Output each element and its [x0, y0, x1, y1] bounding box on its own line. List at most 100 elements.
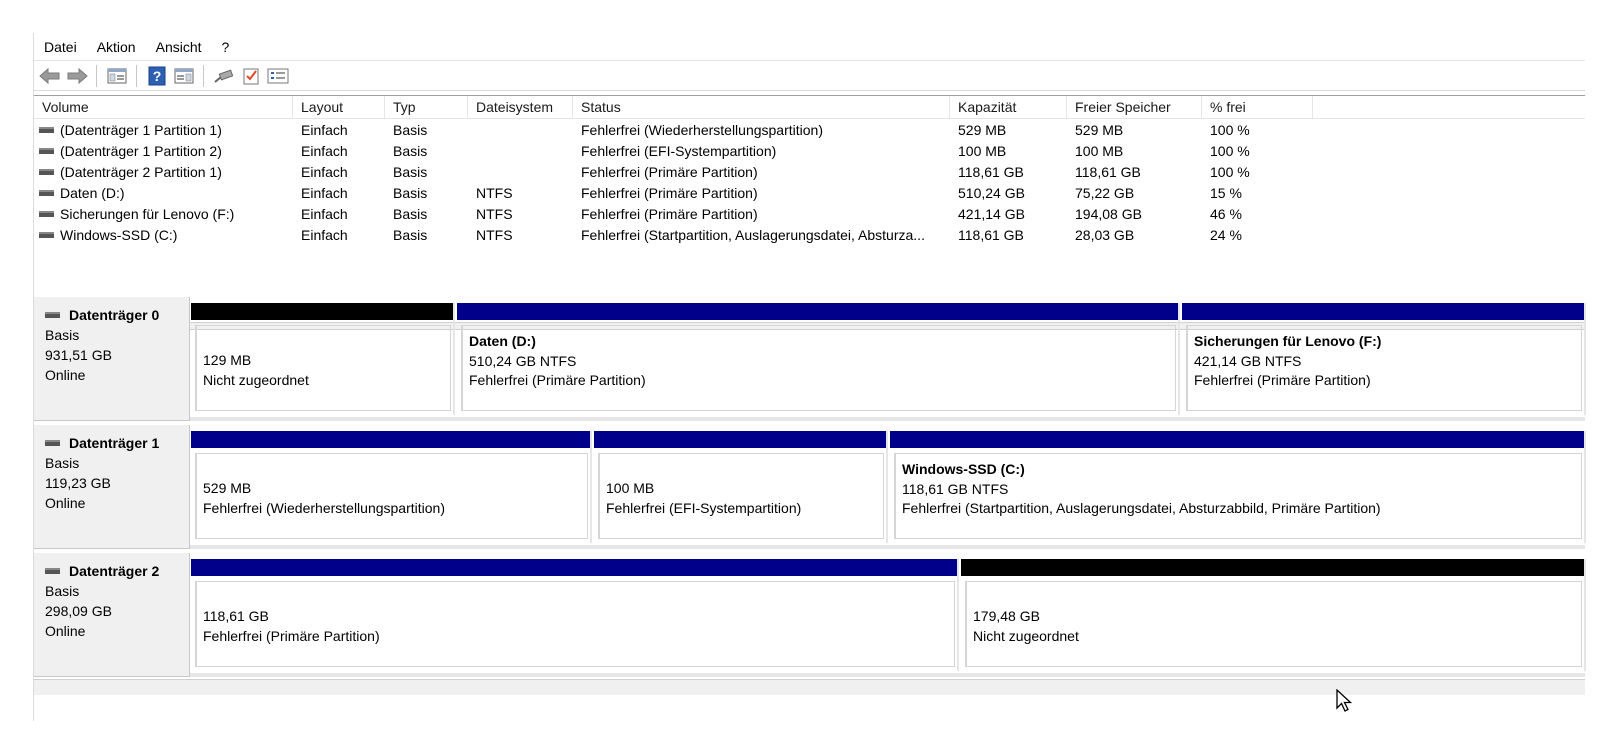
partition-block[interactable]: Sicherungen für Lenovo (F:) 421,14 GB NTF… [1182, 303, 1586, 415]
volume-disk-icon [39, 231, 54, 238]
partition-color-bar [594, 431, 886, 448]
cell-fs: NTFS [476, 184, 513, 201]
volume-disk-icon [39, 210, 54, 217]
column-header-kapazitaet[interactable]: Kapazität [950, 96, 1067, 118]
partition-color-bar [890, 431, 1584, 448]
cell-layout: Einfach [301, 205, 348, 222]
forward-arrow-icon [67, 67, 88, 84]
help-button[interactable]: ? [145, 65, 169, 87]
partition-block[interactable]: 529 MB Fehlerfrei (Wiederherstellungspart… [191, 431, 592, 543]
checklist-button[interactable] [239, 65, 263, 87]
column-header-layout[interactable]: Layout [293, 96, 385, 118]
cell-typ: Basis [393, 121, 428, 138]
cell-volume: (Datenträger 1 Partition 2) [34, 143, 293, 159]
partition-block[interactable]: 118,61 GB Fehlerfrei (Primäre Partition) [191, 559, 959, 671]
cell-frei: 194,08 GB [1075, 205, 1142, 222]
cell-volume: Daten (D:) [34, 185, 293, 201]
show-hide-console-tree-button[interactable] [105, 65, 129, 87]
cell-typ: Basis [393, 163, 428, 180]
column-header-dateisystem[interactable]: Dateisystem [468, 96, 573, 118]
menu-aktion[interactable]: Aktion [97, 39, 136, 55]
disk-label[interactable]: Datenträger 0 Basis 931,51 GB Online [34, 297, 190, 421]
partition-block[interactable]: 100 MB Fehlerfrei (EFI-Systempartition) [594, 431, 888, 543]
cell-layout: Einfach [301, 142, 348, 159]
column-header-status[interactable]: Status [573, 96, 950, 118]
column-header-typ[interactable]: Typ [385, 96, 468, 118]
menu-ansicht[interactable]: Ansicht [156, 39, 202, 55]
cell-typ: Basis [393, 184, 428, 201]
partition-title: Daten (D:) [469, 333, 536, 349]
volume-name: Daten (D:) [60, 184, 125, 201]
disk-management-window: Datei Aktion Ansicht ? ? Volume Layout T… [33, 33, 1586, 721]
partition-status: Fehlerfrei (EFI-Systempartition) [606, 499, 802, 516]
cell-status: Fehlerfrei (EFI-Systempartition) [581, 142, 777, 159]
menu-help[interactable]: ? [222, 39, 230, 55]
table-row[interactable]: Sicherungen für Lenovo (F:) Einfach Basis N… [34, 203, 1585, 224]
checklist-icon [243, 68, 259, 84]
table-row[interactable]: (Datenträger 1 Partition 2) Einfach Basis F… [34, 140, 1585, 161]
disk-row-divider [190, 545, 1585, 549]
toolbar-separator [136, 64, 137, 87]
disk-name: Datenträger 0 [45, 305, 189, 325]
cell-kap: 118,61 GB [958, 226, 1024, 243]
toolbar: ? [34, 61, 1585, 91]
partition-color-bar [457, 303, 1178, 320]
partition-color-bar [961, 559, 1584, 576]
menu-datei[interactable]: Datei [44, 39, 77, 55]
cell-volume: Sicherungen für Lenovo (F:) [34, 206, 293, 222]
toolbar-separator [203, 64, 204, 87]
cell-volume: (Datenträger 1 Partition 1) [34, 122, 293, 138]
partition-block[interactable]: 179,48 GB Nicht zugeordnet [961, 559, 1586, 671]
partition-status: Nicht zugeordnet [203, 371, 309, 388]
disk-row-divider [190, 417, 1585, 421]
show-action-pane-button[interactable] [172, 65, 196, 87]
disk-row: Datenträger 0 Basis 931,51 GB Online 129 MB N… [34, 297, 1586, 421]
mouse-cursor-icon [1336, 689, 1353, 712]
disk-row-divider [190, 673, 1585, 677]
menu-bar: Datei Aktion Ansicht ? [34, 33, 1585, 61]
cell-frei: 529 MB [1075, 121, 1124, 138]
cell-layout: Einfach [301, 163, 348, 180]
partition-block[interactable]: Windows-SSD (C:) 118,61 GB NTFS Fehlerfrei… [890, 431, 1586, 543]
column-header-volume[interactable]: Volume [34, 96, 293, 118]
disk-state: Online [45, 367, 86, 383]
partition-color-bar [191, 431, 590, 448]
connect-button[interactable] [212, 65, 236, 87]
column-header-freier-speicher[interactable]: Freier Speicher [1067, 96, 1202, 118]
partition-info: 529 MB Fehlerfrei (Wiederherstellungspart… [195, 453, 588, 539]
disk-type: Basis [45, 583, 80, 599]
console-tree-icon [107, 68, 127, 83]
cell-status: Fehlerfrei (Primäre Partition) [581, 205, 758, 222]
volume-list-header: Volume Layout Typ Dateisystem Status Kap… [34, 96, 1585, 119]
cell-pct: 100 % [1210, 163, 1250, 180]
disk-row: Datenträger 1 Basis 119,23 GB Online 529 MB F… [34, 425, 1586, 549]
disk-drive-icon [45, 440, 60, 446]
partition-info: 118,61 GB Fehlerfrei (Primäre Partition) [195, 581, 955, 667]
disk-drive-icon [45, 568, 60, 574]
cell-kap: 100 MB [958, 142, 1007, 159]
cell-frei: 28,03 GB [1075, 226, 1135, 243]
partition-size: 529 MB [203, 480, 252, 496]
cell-pct: 15 % [1210, 184, 1242, 201]
partition-size: 510,24 GB NTFS [469, 352, 577, 369]
disk-label[interactable]: Datenträger 2 Basis 298,09 GB Online [34, 553, 190, 677]
volume-name: (Datenträger 2 Partition 1) [60, 163, 222, 180]
volume-disk-icon [39, 168, 54, 175]
table-row[interactable]: (Datenträger 1 Partition 1) Einfach Basis F… [34, 119, 1585, 140]
cell-status: Fehlerfrei (Wiederherstellungspartition) [581, 121, 823, 138]
partition-size: 129 MB [203, 352, 252, 368]
volume-name: (Datenträger 1 Partition 2) [60, 142, 222, 159]
cell-frei: 75,22 GB [1075, 184, 1135, 201]
back-button[interactable] [38, 65, 62, 87]
table-row[interactable]: Daten (D:) Einfach Basis NTFS Fehlerfrei (Pr… [34, 182, 1585, 203]
partition-block[interactable]: Daten (D:) 510,24 GB NTFS Fehlerfrei (Prim… [457, 303, 1180, 415]
properties-button[interactable] [266, 65, 290, 87]
disk-label[interactable]: Datenträger 1 Basis 119,23 GB Online [34, 425, 190, 549]
partition-block[interactable]: 129 MB Nicht zugeordnet [191, 303, 455, 415]
table-row[interactable]: Windows-SSD (C:) Einfach Basis NTFS Fehlerfr… [34, 224, 1585, 245]
cell-layout: Einfach [301, 121, 348, 138]
table-row[interactable]: (Datenträger 2 Partition 1) Einfach Basis F… [34, 161, 1585, 182]
column-header-prozent-frei[interactable]: % frei [1202, 96, 1313, 118]
partition-size: 179,48 GB [973, 608, 1040, 624]
forward-button[interactable] [65, 65, 89, 87]
